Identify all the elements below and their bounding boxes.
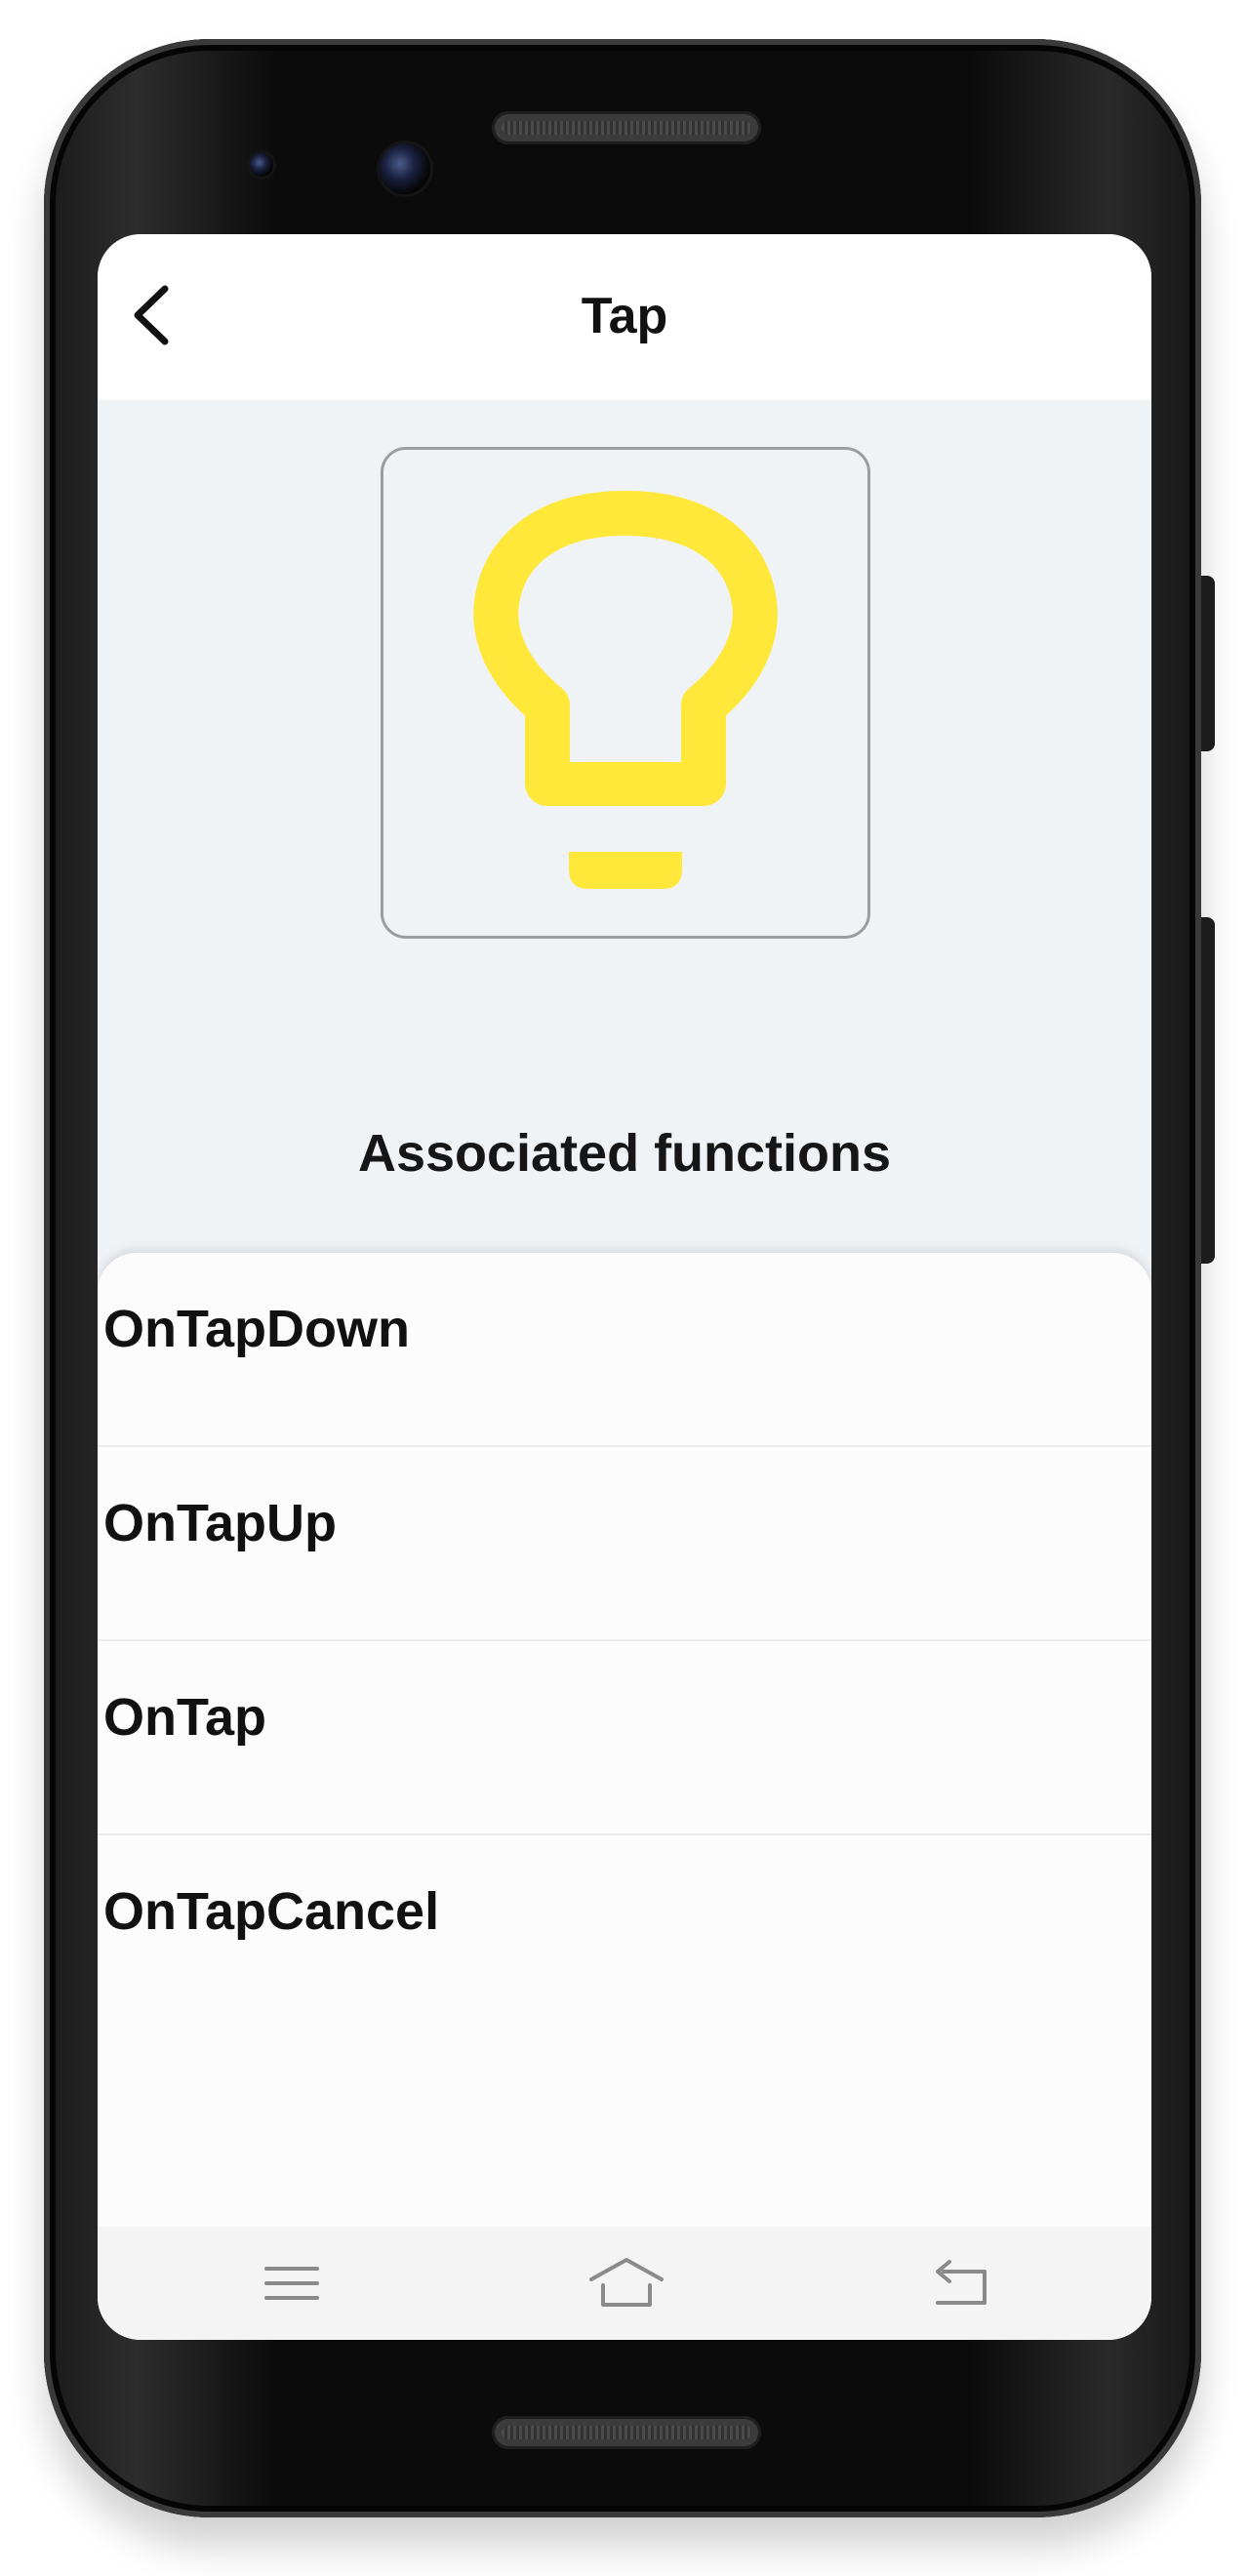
- earpiece-speaker: [492, 111, 761, 144]
- list-item[interactable]: OnTapDown: [98, 1253, 1151, 1447]
- recent-apps-button[interactable]: [248, 2246, 336, 2320]
- volume-button: [1201, 917, 1215, 1264]
- lightbulb-icon: [473, 491, 778, 889]
- section-heading: Associated functions: [357, 1124, 892, 1183]
- function-label: OnTap: [103, 1688, 266, 1747]
- system-nav-bar: [98, 2227, 1151, 2340]
- menu-icon: [264, 2267, 319, 2300]
- back-icon: [936, 2260, 987, 2305]
- list-item[interactable]: OnTapUp: [98, 1447, 1151, 1641]
- page-title: Tap: [581, 288, 668, 344]
- list-item[interactable]: OnTapCancel: [98, 1835, 1151, 2030]
- function-label: OnTapUp: [103, 1494, 337, 1552]
- app-screen: Tap Associated functions OnTapDown OnTap…: [98, 234, 1151, 2340]
- list-item[interactable]: OnTap: [98, 1641, 1151, 1835]
- sensor-icon: [250, 153, 273, 177]
- bottom-speaker: [492, 2416, 761, 2449]
- power-button: [1201, 576, 1215, 751]
- app-bar: Tap: [98, 234, 1151, 400]
- home-icon: [589, 2258, 664, 2307]
- functions-list: OnTapDown OnTapUp OnTap OnTapCancel: [98, 1253, 1151, 2030]
- function-label: OnTapDown: [103, 1300, 410, 1358]
- home-button[interactable]: [583, 2246, 670, 2320]
- gesture-icon-card: [381, 447, 870, 939]
- front-camera-icon: [380, 143, 430, 194]
- functions-sheet: OnTapDown OnTapUp OnTap OnTapCancel: [98, 1253, 1151, 2340]
- function-label: OnTapCancel: [103, 1882, 440, 1941]
- system-back-button[interactable]: [917, 2246, 1005, 2320]
